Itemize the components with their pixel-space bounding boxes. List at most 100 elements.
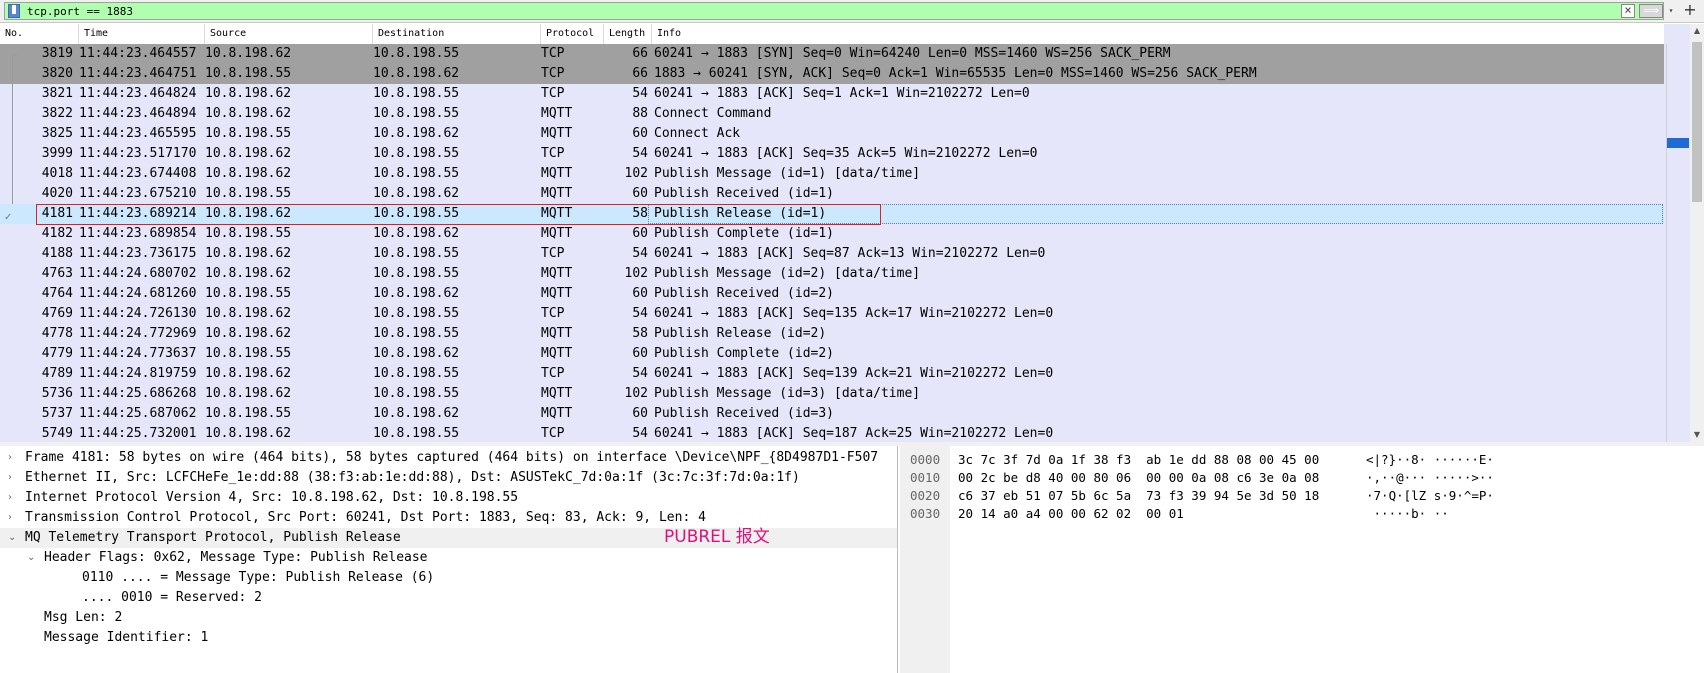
packet-info-cell: Connect Ack bbox=[654, 126, 741, 141]
add-filter-button-icon[interactable]: + bbox=[1682, 0, 1698, 20]
packet-list-minimap[interactable] bbox=[1666, 44, 1689, 442]
packet-row[interactable]: 4018 11:44:23.674408 10.8.198.62 10.8.198.5… bbox=[0, 164, 1664, 184]
packet-src-cell: 10.8.198.62 bbox=[205, 166, 292, 181]
packet-row[interactable]: 4182 11:44:23.689854 10.8.198.55 10.8.198.6… bbox=[0, 224, 1664, 244]
packet-time-cell: 11:44:23.517170 bbox=[79, 146, 197, 161]
collapse-chevron-icon[interactable]: ⌄ bbox=[27, 548, 39, 568]
packet-row[interactable]: 4763 11:44:24.680702 10.8.198.62 10.8.198.5… bbox=[0, 264, 1664, 284]
expand-chevron-icon[interactable]: › bbox=[8, 508, 20, 528]
filter-text: tcp.port == 1883 bbox=[27, 5, 133, 18]
packet-row[interactable]: 3820 11:44:23.464751 10.8.198.55 10.8.198.6… bbox=[0, 64, 1664, 84]
packet-len-cell: 60 bbox=[632, 126, 648, 141]
column-header-no[interactable]: No. bbox=[0, 24, 79, 44]
packet-time-cell: 11:44:23.674408 bbox=[79, 166, 197, 181]
packet-info-cell: 60241 → 1883 [ACK] Seq=87 Ack=13 Win=210… bbox=[654, 246, 1046, 261]
display-filter-input[interactable]: tcp.port == 1883 × ⟹ ▾ bbox=[4, 2, 1673, 20]
packet-row[interactable]: 3819 11:44:23.464557 10.8.198.62 10.8.198.5… bbox=[0, 44, 1664, 64]
byte-hex[interactable]: c6 37 eb 51 07 5b 6c 5a 73 f3 39 94 5e 3… bbox=[958, 487, 1319, 505]
packet-row[interactable]: 4789 11:44:24.819759 10.8.198.62 10.8.198.5… bbox=[0, 364, 1664, 384]
packet-src-cell: 10.8.198.62 bbox=[205, 386, 292, 401]
column-header-source[interactable]: Source bbox=[205, 24, 373, 44]
bookmark-icon[interactable] bbox=[8, 4, 20, 18]
packet-proto-cell: MQTT bbox=[541, 266, 573, 281]
byte-ascii[interactable]: ·····b· ·· bbox=[1366, 505, 1449, 523]
filter-history-dropdown-icon[interactable]: ▾ bbox=[1665, 4, 1677, 18]
packet-len-cell: 54 bbox=[632, 426, 648, 441]
packet-row[interactable]: 4769 11:44:24.726130 10.8.198.62 10.8.198.5… bbox=[0, 304, 1664, 324]
detail-text: 0110 .... = Message Type: Publish Releas… bbox=[82, 570, 435, 585]
packet-row[interactable]: 3999 11:44:23.517170 10.8.198.62 10.8.198.5… bbox=[0, 144, 1664, 164]
expand-chevron-icon[interactable]: › bbox=[8, 488, 20, 508]
detail-text: Transmission Control Protocol, Src Port:… bbox=[25, 510, 706, 525]
packet-info-cell: 60241 → 1883 [ACK] Seq=35 Ack=5 Win=2102… bbox=[654, 146, 1038, 161]
pubrel-annotation: PUBREL 报文 bbox=[664, 527, 770, 547]
byte-hex[interactable]: 20 14 a0 a4 00 00 62 02 00 01 bbox=[958, 505, 1184, 523]
packet-proto-cell: TCP bbox=[541, 306, 565, 321]
packet-row[interactable]: 4020 11:44:23.675210 10.8.198.55 10.8.198.6… bbox=[0, 184, 1664, 204]
apply-filter-icon[interactable]: ⟹ bbox=[1639, 4, 1663, 18]
packet-row[interactable]: 5737 11:44:25.687062 10.8.198.55 10.8.198.6… bbox=[0, 404, 1664, 424]
packet-rows: 3819 11:44:23.464557 10.8.198.62 10.8.198.5… bbox=[0, 44, 1664, 442]
detail-row[interactable]: 0110 .... = Message Type: Publish Releas… bbox=[0, 568, 897, 588]
column-header-protocol[interactable]: Protocol bbox=[541, 24, 604, 44]
minimap-selected-marker bbox=[1667, 138, 1689, 148]
expand-chevron-icon[interactable]: › bbox=[8, 448, 20, 468]
packet-row[interactable]: 4778 11:44:24.772969 10.8.198.62 10.8.198.5… bbox=[0, 324, 1664, 344]
expand-chevron-icon[interactable]: › bbox=[8, 468, 20, 488]
packet-row[interactable]: 3821 11:44:23.464824 10.8.198.62 10.8.198.5… bbox=[0, 84, 1664, 104]
packet-info-cell: Publish Release (id=1) bbox=[654, 206, 827, 221]
packet-list-scrollbar[interactable]: ▲ ▼ bbox=[1690, 24, 1704, 442]
detail-row[interactable]: › Transmission Control Protocol, Src Port… bbox=[0, 508, 897, 528]
packet-dst-cell: 10.8.198.55 bbox=[373, 246, 460, 261]
packet-row[interactable]: 5749 11:44:25.732001 10.8.198.62 10.8.198.5… bbox=[0, 424, 1664, 442]
byte-ascii[interactable]: ·7·Q·[lZ s·9·^=P· bbox=[1366, 487, 1494, 505]
packet-row[interactable]: 3825 11:44:23.465595 10.8.198.55 10.8.198.6… bbox=[0, 124, 1664, 144]
packet-dst-cell: 10.8.198.55 bbox=[373, 106, 460, 121]
packet-time-cell: 11:44:23.675210 bbox=[79, 186, 197, 201]
packet-dst-cell: 10.8.198.62 bbox=[373, 126, 460, 141]
packet-row[interactable]: 4779 11:44:24.773637 10.8.198.55 10.8.198.6… bbox=[0, 344, 1664, 364]
clear-filter-icon[interactable]: × bbox=[1621, 4, 1635, 18]
packet-len-cell: 66 bbox=[632, 66, 648, 81]
detail-row[interactable]: ⌄ Header Flags: 0x62, Message Type: Publi… bbox=[0, 548, 897, 568]
collapse-chevron-icon[interactable]: ⌄ bbox=[8, 528, 20, 548]
detail-row[interactable]: › Ethernet II, Src: LCFCHeFe_1e:dd:88 (38… bbox=[0, 468, 897, 488]
packet-src-cell: 10.8.198.55 bbox=[205, 66, 292, 81]
packet-dst-cell: 10.8.198.62 bbox=[373, 186, 460, 201]
column-header-info[interactable]: Info bbox=[652, 24, 1664, 44]
byte-ascii[interactable]: <|?}··8· ······E· bbox=[1366, 451, 1494, 469]
packet-info-cell: 60241 → 1883 [ACK] Seq=135 Ack=17 Win=21… bbox=[654, 306, 1054, 321]
detail-row[interactable]: Msg Len: 2 bbox=[0, 608, 897, 628]
packet-row[interactable]: 3822 11:44:23.464894 10.8.198.62 10.8.198.5… bbox=[0, 104, 1664, 124]
detail-row[interactable]: › Frame 4181: 58 bytes on wire (464 bits)… bbox=[0, 448, 897, 468]
byte-hex[interactable]: 3c 7c 3f 7d 0a 1f 38 f3 ab 1e dd 88 08 0… bbox=[958, 451, 1319, 469]
conversation-line bbox=[12, 54, 13, 204]
column-header-destination[interactable]: Destination bbox=[373, 24, 541, 44]
scroll-up-icon[interactable]: ▲ bbox=[1690, 24, 1704, 38]
packet-row[interactable]: 4764 11:44:24.681260 10.8.198.55 10.8.198.6… bbox=[0, 284, 1664, 304]
packet-time-cell: 11:44:23.464557 bbox=[79, 46, 197, 61]
scrollbar-thumb[interactable] bbox=[1692, 42, 1702, 202]
packet-len-cell: 102 bbox=[624, 266, 648, 281]
packet-proto-cell: TCP bbox=[541, 146, 565, 161]
byte-offset[interactable]: 0000 bbox=[910, 451, 940, 469]
packet-row[interactable]: 4188 11:44:23.736175 10.8.198.62 10.8.198.5… bbox=[0, 244, 1664, 264]
packet-info-cell: 60241 → 1883 [SYN] Seq=0 Win=64240 Len=0… bbox=[654, 46, 1171, 61]
column-header-time[interactable]: Time bbox=[79, 24, 205, 44]
byte-ascii[interactable]: ·,··@··· ·····>·· bbox=[1366, 469, 1494, 487]
packet-row[interactable]: 5736 11:44:25.686268 10.8.198.62 10.8.198.5… bbox=[0, 384, 1664, 404]
byte-hex[interactable]: 00 2c be d8 40 00 80 06 00 00 0a 08 c6 3… bbox=[958, 469, 1319, 487]
detail-row[interactable]: Message Identifier: 1 bbox=[0, 628, 897, 648]
detail-text: Message Identifier: 1 bbox=[44, 630, 209, 645]
byte-offset[interactable]: 0030 bbox=[910, 505, 940, 523]
scroll-down-icon[interactable]: ▼ bbox=[1690, 428, 1704, 442]
packet-info-cell: Publish Message (id=2) [data/time] bbox=[654, 266, 921, 281]
byte-offset[interactable]: 0020 bbox=[910, 487, 940, 505]
column-header-length[interactable]: Length bbox=[604, 24, 652, 44]
packet-len-cell: 60 bbox=[632, 226, 648, 241]
detail-row[interactable]: › Internet Protocol Version 4, Src: 10.8.… bbox=[0, 488, 897, 508]
packet-row[interactable]: 4181 11:44:23.689214 10.8.198.62 10.8.198.5… bbox=[0, 204, 1664, 224]
detail-row[interactable]: .... 0010 = Reserved: 2 bbox=[0, 588, 897, 608]
packet-time-cell: 11:44:25.732001 bbox=[79, 426, 197, 441]
byte-offset[interactable]: 0010 bbox=[910, 469, 940, 487]
